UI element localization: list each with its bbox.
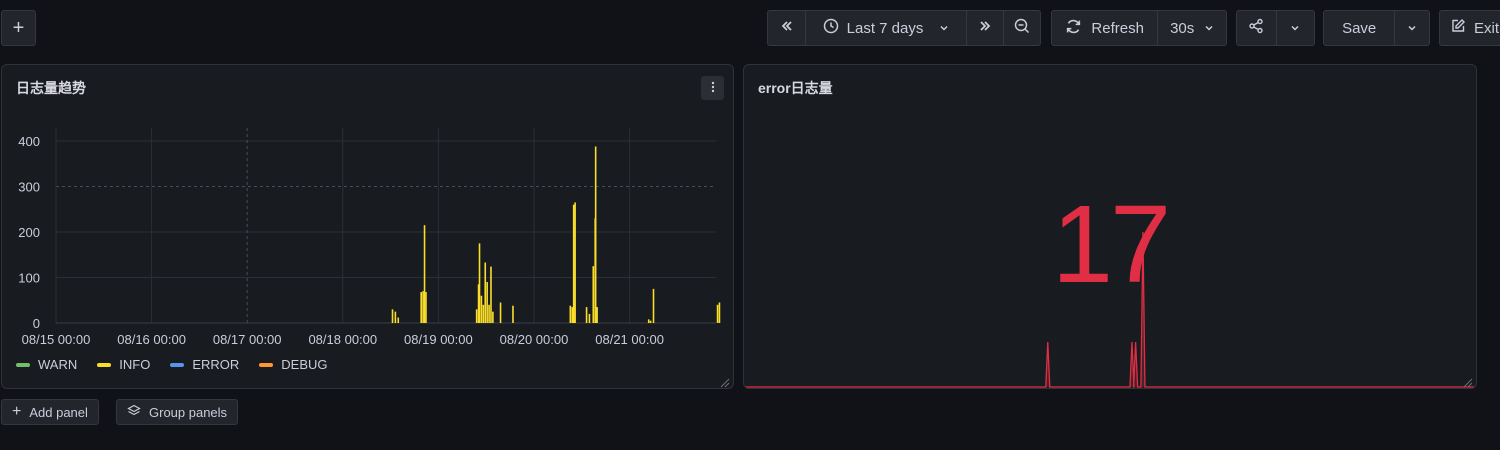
group-panels-label: Group panels xyxy=(149,404,228,420)
x-tick-label: 08/16 00:00 xyxy=(117,332,186,347)
resize-handle-icon[interactable] xyxy=(720,375,730,388)
chart-grid xyxy=(55,128,716,324)
log-volume-chart: 0100200300400 08/15 00:00 08/16 00:00 08/1… xyxy=(18,128,721,347)
share-icon xyxy=(1248,18,1264,38)
time-picker-group: Last 7 days xyxy=(767,10,1041,46)
add-panel-button[interactable]: + Add panel xyxy=(1,399,99,425)
refresh-icon xyxy=(1065,18,1082,39)
refresh-interval-label: 30s xyxy=(1170,19,1195,37)
x-tick-label: 08/19 00:00 xyxy=(404,332,473,347)
refresh-group: Refresh 30s xyxy=(1051,10,1227,46)
time-forward-button[interactable] xyxy=(966,11,1003,45)
save-group: Save xyxy=(1323,10,1430,46)
zoom-out-button[interactable] xyxy=(1003,11,1040,45)
refresh-button[interactable]: Refresh xyxy=(1052,11,1157,45)
add-panel-label: Add panel xyxy=(29,404,88,420)
refresh-interval-picker[interactable]: 30s xyxy=(1157,11,1226,45)
stat-value: 17 xyxy=(1051,183,1171,306)
layers-icon xyxy=(127,404,141,421)
x-tick-label: 08/18 00:00 xyxy=(308,332,377,347)
legend-swatch xyxy=(97,362,112,367)
chevron-down-icon xyxy=(939,20,949,37)
chevron-down-icon xyxy=(1290,20,1300,37)
time-range-picker[interactable]: Last 7 days xyxy=(805,11,966,45)
save-label: Save xyxy=(1342,19,1377,37)
series-info xyxy=(391,146,721,323)
refresh-label: Refresh xyxy=(1091,19,1144,37)
zoom-out-icon xyxy=(1014,18,1030,38)
chart-legend: WARN INFO ERROR DEBUG xyxy=(16,357,328,372)
legend-item-debug[interactable]: DEBUG xyxy=(259,357,328,372)
legend-swatch xyxy=(259,362,274,367)
time-back-button[interactable] xyxy=(768,11,805,45)
save-button[interactable]: Save xyxy=(1324,11,1394,45)
chevron-down-icon xyxy=(1407,20,1417,37)
exit-edit-label: Exit xyxy=(1474,19,1500,37)
save-dropdown-button[interactable] xyxy=(1394,11,1429,45)
edit-icon xyxy=(1450,18,1466,38)
legend-label: INFO xyxy=(119,357,151,372)
clock-icon xyxy=(823,18,839,38)
share-button[interactable] xyxy=(1237,11,1276,45)
x-tick-label: 08/17 00:00 xyxy=(213,332,282,347)
exit-edit-button[interactable]: Exit xyxy=(1439,10,1500,46)
y-tick-label: 100 xyxy=(18,271,40,286)
legend-item-warn[interactable]: WARN xyxy=(16,357,77,372)
chevrons-right-icon xyxy=(978,19,992,37)
x-tick-label: 08/21 00:00 xyxy=(595,332,664,347)
legend-label: WARN xyxy=(38,357,78,372)
share-group xyxy=(1236,10,1315,46)
x-axis-ticks: 08/15 00:00 08/16 00:00 08/17 00:00 08/18 0… xyxy=(22,332,664,347)
y-tick-label: 400 xyxy=(18,134,40,149)
group-panels-button[interactable]: Group panels xyxy=(116,399,239,425)
x-tick-label: 08/15 00:00 xyxy=(22,332,91,347)
error-volume-panel: error日志量 17 xyxy=(743,64,1477,389)
legend-item-error[interactable]: ERROR xyxy=(170,357,239,372)
plus-icon: + xyxy=(12,403,22,420)
y-tick-label: 0 xyxy=(33,316,40,331)
plus-icon: + xyxy=(12,16,25,39)
y-tick-label: 200 xyxy=(18,225,40,240)
exit-edit-button-clip: Exit xyxy=(1439,10,1500,46)
x-tick-label: 08/20 00:00 xyxy=(500,332,569,347)
share-dropdown-button[interactable] xyxy=(1275,11,1315,45)
chevrons-left-icon xyxy=(780,19,794,37)
legend-item-info[interactable]: INFO xyxy=(97,357,150,372)
legend-swatch xyxy=(170,362,185,367)
y-axis-ticks: 0 100 200 300 400 xyxy=(18,134,40,331)
time-range-label: Last 7 days xyxy=(846,19,924,37)
resize-handle-icon[interactable] xyxy=(1463,375,1473,388)
legend-swatch xyxy=(16,362,30,367)
y-tick-label: 300 xyxy=(18,180,40,195)
log-volume-panel: 日志量趋势 0 100 200 300 400 08/15 00:00 08/16 00:… xyxy=(1,64,734,389)
chevron-down-icon xyxy=(1204,20,1214,37)
legend-label: ERROR xyxy=(192,357,240,372)
add-button[interactable]: + xyxy=(1,10,36,46)
legend-label: DEBUG xyxy=(281,357,328,372)
